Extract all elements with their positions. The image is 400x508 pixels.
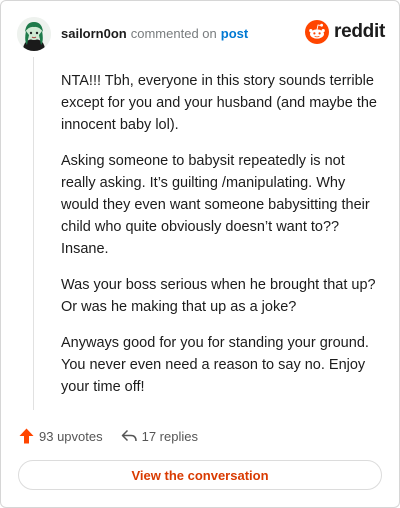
comment-paragraph: Anyways good for you for standing your g… xyxy=(61,335,369,395)
upvotes-count: 93 upvotes xyxy=(39,428,103,444)
upvote-arrow-icon xyxy=(19,428,34,444)
thread-line xyxy=(33,57,34,410)
comment-card: sailorn0on commented on post reddit NTA!!!… xyxy=(0,0,400,508)
user-avatar[interactable] xyxy=(17,17,51,51)
comment-body: NTA!!! Tbh, everyone in this story sound… xyxy=(61,70,381,412)
reddit-snoo-icon xyxy=(305,20,330,44)
post-link[interactable]: post xyxy=(221,26,248,41)
comment-paragraph: Asking someone to babysit repeatedly is … xyxy=(61,153,370,257)
reply-arrow-icon xyxy=(121,429,137,442)
username-link[interactable]: sailorn0on xyxy=(61,26,127,41)
comment-paragraph: NTA!!! Tbh, everyone in this story sound… xyxy=(61,73,377,133)
comment-paragraph: Was your boss serious when he brought th… xyxy=(61,277,376,315)
comment-header: sailorn0on commented on post reddit xyxy=(17,15,385,53)
comment-meta: sailorn0on commented on post xyxy=(61,26,248,41)
reddit-logo[interactable]: reddit xyxy=(305,19,385,45)
avatar-illustration xyxy=(17,17,51,51)
upvotes-button[interactable]: 93 upvotes xyxy=(19,428,103,444)
commented-on-text: commented on xyxy=(130,26,217,41)
replies-button[interactable]: 17 replies xyxy=(121,429,198,444)
comment-actions: 93 upvotes 17 replies xyxy=(19,425,198,447)
replies-count: 17 replies xyxy=(141,428,198,444)
view-conversation-button[interactable]: View the conversation xyxy=(18,460,382,490)
reddit-wordmark: reddit xyxy=(334,21,385,42)
